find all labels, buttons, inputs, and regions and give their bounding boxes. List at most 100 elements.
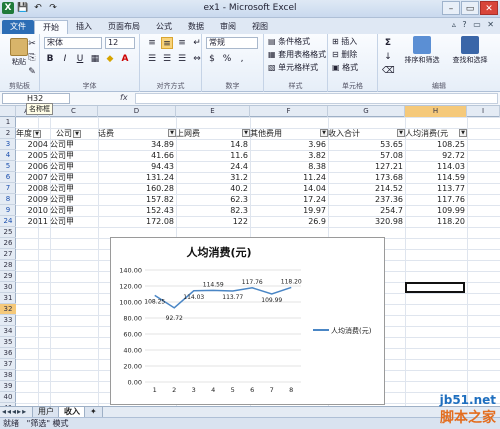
table-format-button[interactable]: ▦ 套用表格格式 — [268, 49, 326, 60]
header-cell[interactable]: 其他费用 ▼ — [250, 128, 328, 139]
filter-dropdown-icon[interactable]: ▼ — [320, 129, 328, 137]
table-cell[interactable]: 152.43 — [98, 205, 176, 216]
table-cell[interactable]: 172.08 — [98, 216, 176, 227]
row-header[interactable]: 2 — [0, 128, 16, 139]
header-cell[interactable]: 话费 ▼ — [98, 128, 176, 139]
row-header[interactable]: 32 — [0, 304, 16, 315]
bold-button[interactable]: B — [44, 53, 56, 65]
header-cell[interactable]: 上网费 ▼ — [176, 128, 250, 139]
font-name-combo[interactable]: 宋体 — [44, 37, 102, 49]
tab-page-layout[interactable]: 页面布局 — [100, 20, 148, 34]
table-cell[interactable]: 53.65 — [328, 139, 405, 150]
table-cell[interactable]: 11.6 — [176, 150, 250, 161]
table-cell[interactable]: 17.24 — [250, 194, 328, 205]
percent-button[interactable]: % — [221, 53, 233, 65]
table-cell[interactable]: 19.97 — [250, 205, 328, 216]
row-header[interactable]: 1 — [0, 117, 16, 128]
filter-dropdown-icon[interactable]: ▼ — [397, 129, 405, 137]
table-cell[interactable]: 127.21 — [328, 161, 405, 172]
row-header[interactable]: 5 — [0, 161, 16, 172]
table-cell[interactable]: 173.68 — [328, 172, 405, 183]
table-cell[interactable]: 214.52 — [328, 183, 405, 194]
tab-insert[interactable]: 插入 — [68, 20, 100, 34]
row-header[interactable]: 38 — [0, 370, 16, 381]
copy-icon[interactable]: ⎘ — [26, 52, 38, 64]
table-cell[interactable]: 公司甲 — [50, 139, 98, 150]
table-cell[interactable]: 237.36 — [328, 194, 405, 205]
italic-button[interactable]: I — [59, 53, 71, 65]
align-middle-icon[interactable]: ≡ — [161, 37, 173, 49]
table-cell[interactable]: 3.82 — [250, 150, 328, 161]
fill-color-icon[interactable]: ◆ — [104, 53, 116, 65]
sheet-nav-arrows[interactable]: ◂◂◂▸▸ — [2, 407, 27, 416]
align-center-icon[interactable]: ☰ — [161, 53, 173, 65]
select-all-corner[interactable] — [0, 106, 16, 117]
format-cells-button[interactable]: ▣ 格式 — [332, 62, 358, 73]
table-cell[interactable]: 2009 — [16, 194, 50, 205]
tab-file[interactable]: 文件 — [2, 20, 34, 34]
tab-formulas[interactable]: 公式 — [148, 20, 180, 34]
table-cell[interactable]: 14.04 — [250, 183, 328, 194]
filter-dropdown-icon[interactable]: ▼ — [33, 129, 41, 138]
selected-cell-h32[interactable] — [405, 282, 465, 293]
row-header[interactable]: 7 — [0, 183, 16, 194]
align-left-icon[interactable]: ☰ — [146, 53, 158, 65]
number-format-combo[interactable]: 常规 — [206, 37, 258, 49]
table-cell[interactable]: 14.8 — [176, 139, 250, 150]
table-cell[interactable]: 118.20 — [405, 216, 467, 227]
table-cell[interactable]: 公司甲 — [50, 194, 98, 205]
table-cell[interactable]: 31.2 — [176, 172, 250, 183]
table-cell[interactable]: 131.24 — [98, 172, 176, 183]
table-cell[interactable]: 2006 — [16, 161, 50, 172]
row-header[interactable]: 3 — [0, 139, 16, 150]
row-header[interactable]: 36 — [0, 348, 16, 359]
row-header[interactable]: 34 — [0, 326, 16, 337]
table-cell[interactable]: 公司甲 — [50, 172, 98, 183]
col-header[interactable]: D — [98, 106, 176, 117]
table-cell[interactable]: 2005 — [16, 150, 50, 161]
autosum-button[interactable]: Σ — [382, 37, 394, 49]
insert-cells-button[interactable]: ⊞ 插入 — [332, 36, 357, 47]
row-header[interactable]: 4 — [0, 150, 16, 161]
cell-styles-button[interactable]: ▧ 单元格样式 — [268, 62, 318, 73]
sort-filter-button[interactable]: 排序和筛选 — [402, 36, 442, 65]
table-cell[interactable]: 2008 — [16, 183, 50, 194]
table-cell[interactable]: 114.59 — [405, 172, 467, 183]
underline-button[interactable]: U — [74, 53, 86, 65]
row-header[interactable]: 28 — [0, 260, 16, 271]
table-cell[interactable]: 2011 — [16, 216, 50, 227]
find-select-button[interactable]: 查找和选择 — [448, 36, 492, 65]
line-chart[interactable]: 人均消费(元) 0.00 20.00 40.00 60.00 80.00 100.00 12… — [110, 237, 385, 405]
col-header[interactable]: E — [176, 106, 250, 117]
header-cell[interactable]: 年度 ▼ — [16, 128, 50, 139]
row-header[interactable]: 39 — [0, 381, 16, 392]
clear-icon[interactable]: ⌫ — [382, 65, 395, 77]
header-cell[interactable]: 公司 ▼ — [56, 128, 98, 139]
ribbon-help-icons[interactable]: ▵ ? ▭ ✕ — [452, 20, 496, 29]
maximize-button[interactable]: ▭ — [461, 1, 479, 15]
table-cell[interactable]: 40.2 — [176, 183, 250, 194]
minimize-button[interactable]: – — [442, 1, 460, 15]
filter-dropdown-icon[interactable]: ▼ — [73, 129, 81, 138]
row-header[interactable]: 9 — [0, 205, 16, 216]
row-header[interactable]: 33 — [0, 315, 16, 326]
col-header[interactable]: H — [405, 106, 467, 117]
table-cell[interactable]: 34.89 — [98, 139, 176, 150]
table-cell[interactable]: 113.77 — [405, 183, 467, 194]
row-header[interactable]: 37 — [0, 359, 16, 370]
row-header[interactable]: 24 — [0, 216, 16, 227]
row-header[interactable]: 27 — [0, 249, 16, 260]
insert-function-icon[interactable]: fx — [120, 93, 128, 102]
currency-button[interactable]: $ — [206, 53, 218, 65]
table-cell[interactable]: 157.82 — [98, 194, 176, 205]
table-cell[interactable]: 公司甲 — [50, 205, 98, 216]
table-cell[interactable]: 62.3 — [176, 194, 250, 205]
table-cell[interactable]: 94.43 — [98, 161, 176, 172]
align-right-icon[interactable]: ☰ — [176, 53, 188, 65]
table-cell[interactable]: 2007 — [16, 172, 50, 183]
font-size-combo[interactable]: 12 — [105, 37, 135, 49]
table-cell[interactable]: 24.4 — [176, 161, 250, 172]
col-header[interactable]: F — [250, 106, 328, 117]
align-bottom-icon[interactable]: ≡ — [176, 37, 188, 49]
delete-cells-button[interactable]: ⊟ 删除 — [332, 49, 357, 60]
